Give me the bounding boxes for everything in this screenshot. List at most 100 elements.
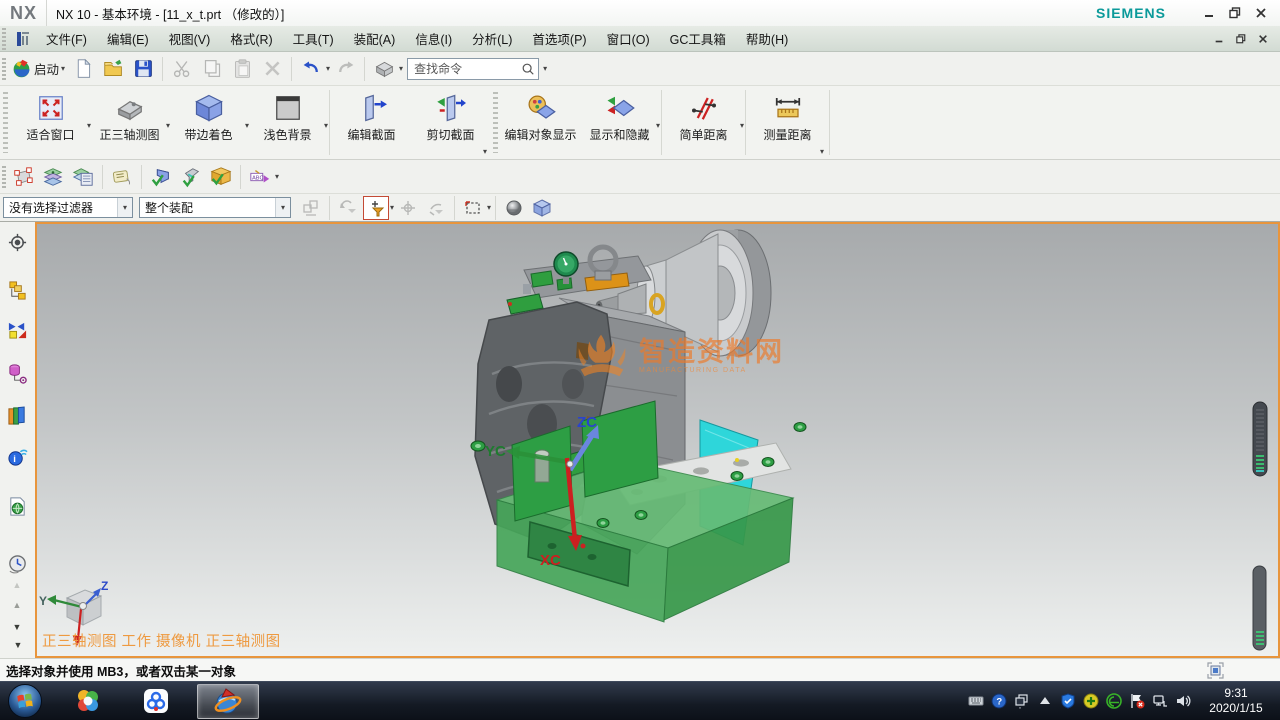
light-background-button[interactable]: 浅色背景 ▾ [248, 86, 327, 159]
simple-distance-caret[interactable]: ▾ [740, 122, 744, 130]
deselect-button[interactable] [423, 196, 449, 220]
doc-minimize-button[interactable] [1208, 30, 1230, 47]
help-tray-icon[interactable]: ? [988, 690, 1009, 712]
minimize-button[interactable] [1196, 3, 1222, 23]
view-sliders[interactable] [1253, 402, 1267, 650]
select-point-button[interactable] [395, 196, 421, 220]
sidebar-scroll-bottom[interactable]: ▼ [8, 638, 26, 652]
assembly-navigator-icon[interactable] [5, 278, 30, 303]
menu-gc-toolbox[interactable]: GC工具箱 [660, 26, 736, 51]
simple-distance-button[interactable]: 简单距离 ▾ [664, 86, 743, 159]
menu-window[interactable]: 窗口(O) [597, 26, 660, 51]
annotation-note-button[interactable] [107, 163, 137, 191]
menu-tools[interactable]: 工具(T) [283, 26, 344, 51]
close-button[interactable] [1248, 3, 1274, 23]
redo-button[interactable] [331, 55, 359, 83]
select-assembly-button[interactable] [298, 196, 324, 220]
menu-analysis[interactable]: 分析(L) [462, 26, 522, 51]
taskbar-clock[interactable]: 9:31 2020/1/15 [1202, 686, 1270, 716]
menu-edit[interactable]: 编辑(E) [97, 26, 159, 51]
measure-distance-button[interactable]: 测量距离 [748, 86, 827, 159]
start-dropdown-caret[interactable]: ▾ [61, 65, 65, 73]
start-menu-button[interactable]: 启动 ▾ [9, 55, 67, 83]
menu-preferences[interactable]: 首选项(P) [522, 26, 596, 51]
menu-assembly[interactable]: 装配(A) [344, 26, 406, 51]
menu-info[interactable]: 信息(I) [405, 26, 462, 51]
viewport-3d[interactable]: ZC YC XC [35, 222, 1280, 658]
view-orient-caret[interactable]: ▾ [399, 65, 403, 73]
selection-filter-dropdown[interactable]: 没有选择过滤器 ▾ [3, 197, 133, 218]
action-center-flag-icon[interactable] [1126, 690, 1147, 712]
copy-button[interactable] [198, 55, 226, 83]
network-icon[interactable] [1149, 690, 1170, 712]
view-orient-button[interactable] [370, 55, 398, 83]
menu-help[interactable]: 帮助(H) [736, 26, 798, 51]
validate-tool-button[interactable] [176, 163, 206, 191]
marquee-select-button[interactable] [460, 196, 486, 220]
shaded-with-edges-button[interactable]: 带边着色 ▾ [169, 86, 248, 159]
history-icon[interactable] [5, 552, 30, 577]
search-input[interactable] [414, 62, 521, 76]
3d-model[interactable]: ZC YC XC [37, 224, 1278, 656]
sidebar-scroll-up[interactable]: ▲ [8, 598, 26, 612]
taskbar-netdisk-button[interactable] [129, 684, 183, 719]
menu-view[interactable]: 视图(V) [159, 26, 221, 51]
filter-dropdown-caret[interactable]: ▾ [117, 198, 132, 217]
cut-button[interactable] [168, 55, 196, 83]
search-dropdown-caret[interactable]: ▾ [543, 65, 547, 73]
part-navigator-icon[interactable] [5, 361, 30, 386]
layer-settings-button[interactable] [38, 163, 68, 191]
move-object-button[interactable] [8, 163, 38, 191]
marquee-caret[interactable]: ▾ [487, 204, 491, 212]
restore-button[interactable] [1222, 3, 1248, 23]
toolbar-grip[interactable] [3, 92, 8, 153]
show-hide-button[interactable]: 显示和隐藏 ▾ [580, 86, 659, 159]
paste-button[interactable] [228, 55, 256, 83]
validate-assembly-button[interactable] [206, 163, 236, 191]
transparent-cube-button[interactable] [529, 196, 555, 220]
web-browser-icon[interactable] [5, 494, 30, 519]
command-finder[interactable] [407, 58, 539, 80]
validate-block-button[interactable] [146, 163, 176, 191]
show-hidden-icons-button[interactable] [1034, 690, 1055, 712]
roles-gear-icon[interactable] [5, 230, 30, 255]
shaded-view-button[interactable] [501, 196, 527, 220]
status-restore-icon[interactable] [1207, 662, 1224, 679]
save-button[interactable] [129, 55, 157, 83]
isometric-view-button[interactable]: 正三轴测图 ▾ [90, 86, 169, 159]
section-group-caret[interactable]: ▾ [483, 148, 487, 156]
taskbar-nx-button[interactable] [197, 684, 259, 719]
windows-stack-icon[interactable] [1011, 690, 1032, 712]
previous-selection-button[interactable] [335, 196, 361, 220]
search-icon[interactable] [521, 62, 535, 76]
toolbar-grip[interactable] [493, 92, 498, 153]
doc-restore-button[interactable] [1230, 30, 1252, 47]
open-file-button[interactable] [99, 55, 127, 83]
fit-window-button[interactable]: 适合窗口 ▾ [11, 86, 90, 159]
menu-format[interactable]: 格式(R) [220, 26, 282, 51]
edit-object-display-button[interactable]: 编辑对象显示 [501, 86, 580, 159]
selection-scope-dropdown[interactable]: 整个装配 ▾ [139, 197, 291, 218]
ie-browser-tray-icon[interactable] [1103, 690, 1124, 712]
scope-dropdown-caret[interactable]: ▾ [275, 198, 290, 217]
layer-visible-in-view-button[interactable] [68, 163, 98, 191]
sidebar-scroll-down[interactable]: ▼ [8, 620, 26, 634]
toolbar-grip[interactable] [2, 58, 6, 80]
clip-section-button[interactable]: 剪切截面 [411, 86, 490, 159]
annotation-abc-button[interactable]: ABC [245, 163, 275, 191]
delete-button[interactable] [258, 55, 286, 83]
ime-keyboard-icon[interactable] [965, 690, 986, 712]
utility-toolbar-caret[interactable]: ▾ [275, 173, 279, 181]
menu-file[interactable]: 文件(F) [36, 26, 97, 51]
antivirus-plus-icon[interactable] [1080, 690, 1101, 712]
undo-button[interactable] [297, 55, 325, 83]
light-background-caret[interactable]: ▾ [324, 122, 328, 130]
reuse-library-icon[interactable] [5, 403, 30, 428]
start-button[interactable] [8, 684, 42, 718]
toolbar-grip[interactable] [2, 28, 6, 50]
volume-icon[interactable] [1172, 690, 1193, 712]
security-shield-icon[interactable] [1057, 690, 1078, 712]
toolbar-grip[interactable] [2, 166, 6, 188]
edit-section-button[interactable]: 编辑截面 [332, 86, 411, 159]
constraint-navigator-icon[interactable] [5, 317, 30, 342]
